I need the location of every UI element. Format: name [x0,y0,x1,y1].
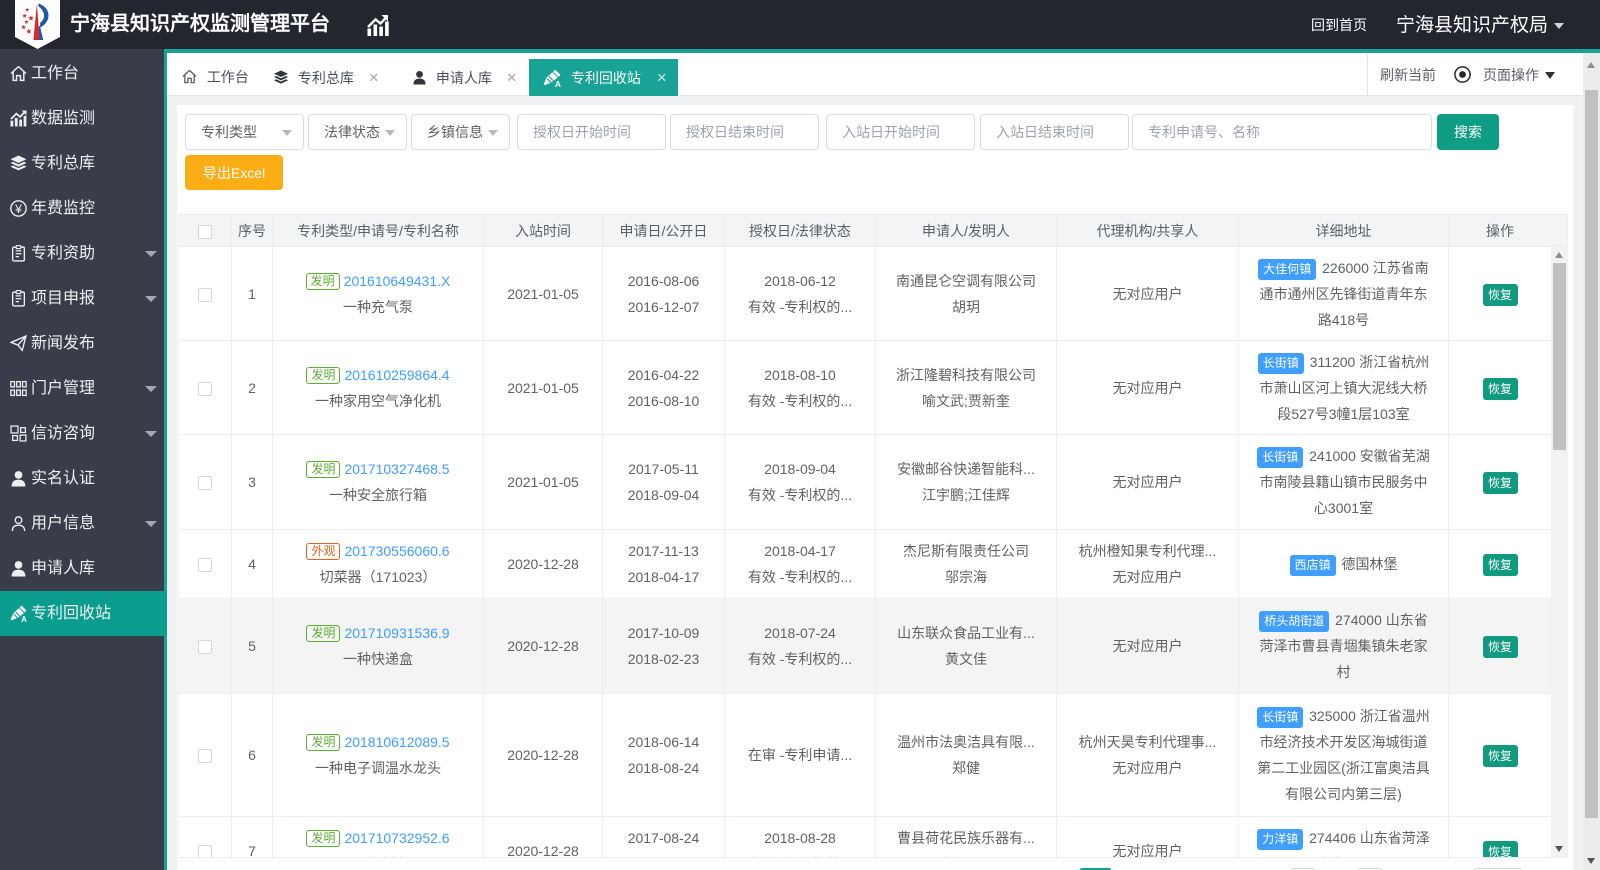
svg-text:¥: ¥ [14,202,22,216]
svg-text:A: A [555,79,561,87]
svg-text:A: A [21,615,27,622]
